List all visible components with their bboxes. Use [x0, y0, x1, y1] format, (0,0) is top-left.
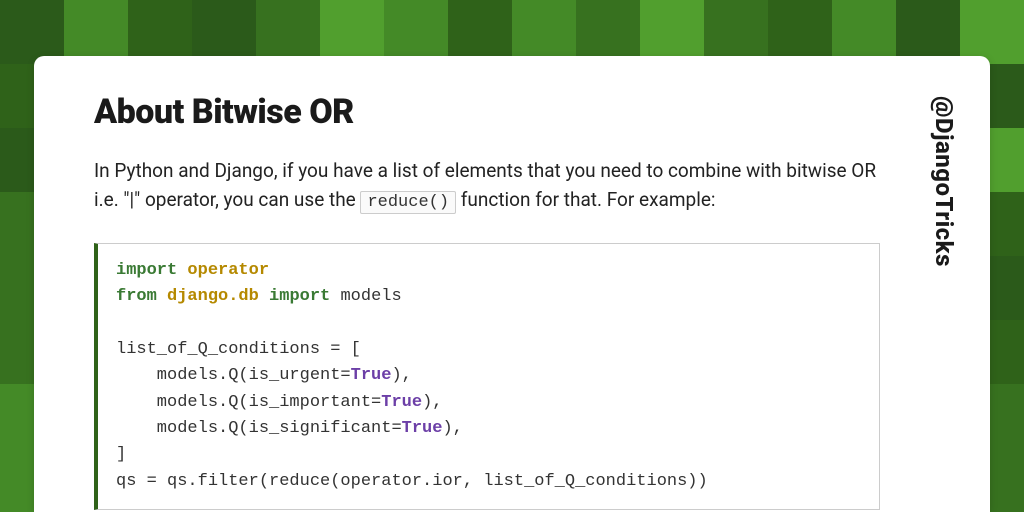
code-line-listclose: ]: [116, 445, 126, 464]
intro-text-after: function for that. For example:: [461, 188, 716, 211]
code-q0-suffix: ),: [391, 366, 411, 385]
code-q1-suffix: ),: [422, 393, 442, 412]
bool-true-0: True: [351, 366, 392, 385]
module-django-db: django.db: [167, 287, 259, 306]
code-q2-prefix: models.Q(is_significant=: [116, 419, 402, 438]
intro-paragraph: In Python and Django, if you have a list…: [94, 156, 880, 217]
module-operator: operator: [187, 261, 269, 280]
article-title: About Bitwise OR: [94, 92, 880, 132]
text-models: models: [330, 287, 401, 306]
keyword-import2: import: [269, 287, 330, 306]
inline-code-reduce: reduce(): [360, 191, 456, 214]
code-line-listopen: list_of_Q_conditions = [: [116, 340, 361, 359]
code-example: import operator from django.db import mo…: [94, 243, 880, 510]
author-handle: @DjangoTricks: [930, 96, 958, 267]
code-q2-suffix: ),: [442, 419, 462, 438]
bool-true-2: True: [402, 419, 443, 438]
bool-true-1: True: [381, 393, 422, 412]
article-card: @DjangoTricks About Bitwise OR In Python…: [34, 56, 990, 512]
keyword-import: import: [116, 261, 177, 280]
code-line-qs: qs = qs.filter(reduce(operator.ior, list…: [116, 472, 708, 491]
code-q0-prefix: models.Q(is_urgent=: [116, 366, 351, 385]
code-q1-prefix: models.Q(is_important=: [116, 393, 381, 412]
keyword-from: from: [116, 287, 157, 306]
